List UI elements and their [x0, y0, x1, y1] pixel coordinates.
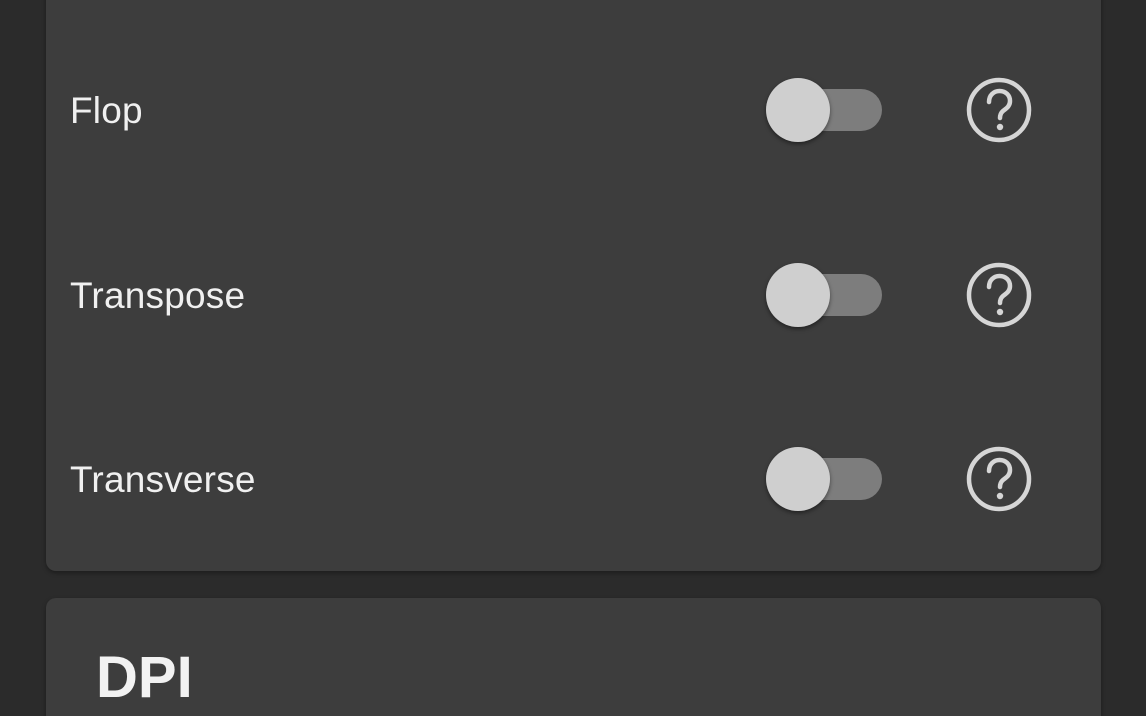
- option-row-flop: Flop: [46, 65, 1101, 155]
- option-label-flop: Flop: [70, 90, 143, 131]
- toggle-thumb: [766, 447, 830, 511]
- help-circle-icon[interactable]: [964, 75, 1034, 145]
- option-label-transverse: Transverse: [70, 459, 256, 500]
- toggle-thumb: [766, 263, 830, 327]
- dpi-card: DPI: [46, 598, 1101, 716]
- toggle-thumb: [766, 78, 830, 142]
- option-row-transverse: Transverse: [46, 434, 1101, 524]
- option-label-transpose: Transpose: [70, 275, 246, 316]
- transverse-toggle[interactable]: [766, 445, 886, 513]
- options-card: Flop Transpose Transverse: [46, 0, 1101, 571]
- help-circle-icon[interactable]: [964, 444, 1034, 514]
- option-row-transpose: Transpose: [46, 250, 1101, 340]
- settings-page: Flop Transpose Transverse DPI: [0, 0, 1146, 716]
- dpi-section-title: DPI: [96, 645, 193, 710]
- transpose-toggle[interactable]: [766, 261, 886, 329]
- help-circle-icon[interactable]: [964, 260, 1034, 330]
- flop-toggle[interactable]: [766, 76, 886, 144]
